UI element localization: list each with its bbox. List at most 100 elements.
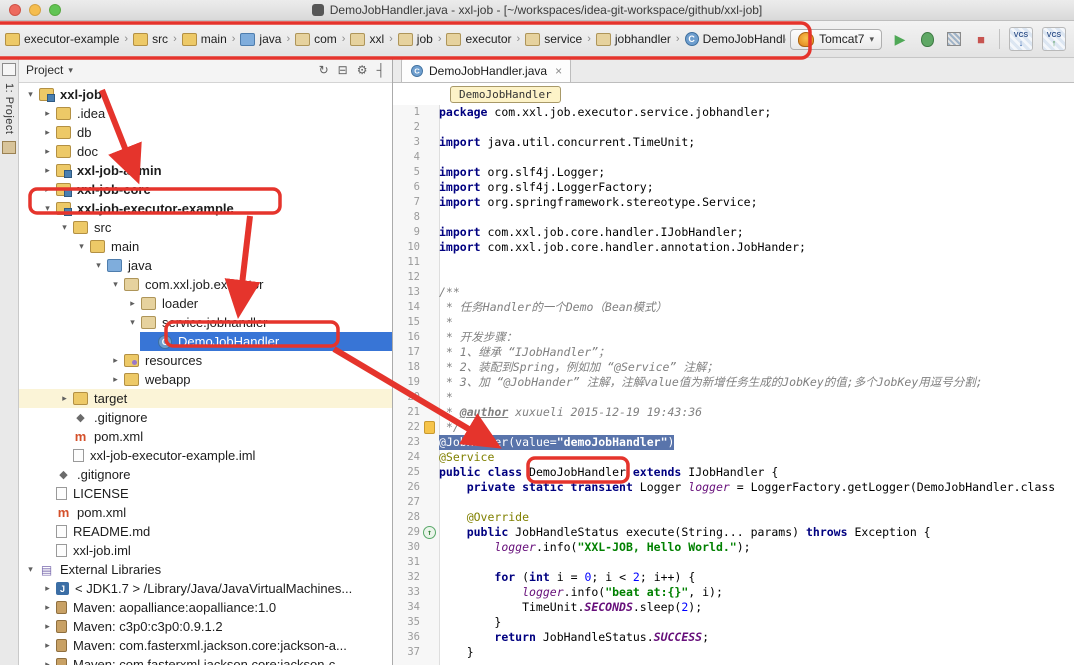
chevron-right-icon[interactable]: ▸: [110, 374, 121, 385]
code-line-1[interactable]: 1package com.xxl.job.executor.service.jo…: [393, 105, 1074, 120]
tree-item-maven-com-fasterxml-jackson-core-jackson[interactable]: ▸Maven: com.fasterxml.jackson.core:jacks…: [19, 655, 392, 665]
minimize-window-button[interactable]: [29, 4, 41, 16]
bookmark-icon[interactable]: [424, 421, 435, 434]
code-line-37[interactable]: 37 }: [393, 645, 1074, 660]
line-number[interactable]: 26: [393, 480, 420, 495]
code-line-24[interactable]: 24@Service: [393, 450, 1074, 465]
close-icon[interactable]: ×: [555, 64, 562, 78]
line-number[interactable]: 11: [393, 255, 420, 270]
code-line-34[interactable]: 34 TimeUnit.SECONDS.sleep(2);: [393, 600, 1074, 615]
code-line-6[interactable]: 6import org.slf4j.LoggerFactory;: [393, 180, 1074, 195]
line-number[interactable]: 33: [393, 585, 420, 600]
project-stripe-label[interactable]: 1: Project: [3, 83, 15, 134]
line-number[interactable]: 32: [393, 570, 420, 585]
code-line-8[interactable]: 8: [393, 210, 1074, 225]
breadcrumb-item-com[interactable]: com: [292, 30, 340, 48]
tree-item-main[interactable]: ▾main: [19, 237, 392, 256]
code-line-9[interactable]: 9import com.xxl.job.core.handler.IJobHan…: [393, 225, 1074, 240]
chevron-right-icon[interactable]: ▸: [42, 621, 53, 632]
chevron-right-icon[interactable]: ▸: [42, 659, 53, 665]
tree-item-readme-md[interactable]: README.md: [19, 522, 392, 541]
tree-item-demojobhandler[interactable]: CDemoJobHandler: [19, 332, 392, 351]
chevron-right-icon[interactable]: ▸: [42, 127, 53, 138]
run-button[interactable]: ▶: [891, 30, 909, 48]
editor-tab[interactable]: C DemoJobHandler.java ×: [401, 58, 571, 82]
chevron-down-icon[interactable]: ▾: [93, 260, 104, 271]
tree-item-service-jobhandler[interactable]: ▾service.jobhandler: [19, 313, 392, 332]
tree-item-maven-com-fasterxml-jackson-core-jackson[interactable]: ▸Maven: com.fasterxml.jackson.core:jacks…: [19, 636, 392, 655]
element-breadcrumb[interactable]: DemoJobHandler: [450, 86, 561, 103]
tree-item-xxl-job-core[interactable]: ▸xxl-job-core: [19, 180, 392, 199]
line-number[interactable]: 10: [393, 240, 420, 255]
breadcrumb-item-demojobhandler[interactable]: CDemoJobHandler: [682, 30, 787, 48]
code-line-32[interactable]: 32 for (int i = 0; i < 2; i++) {: [393, 570, 1074, 585]
code-line-18[interactable]: 18 * 2、装配到Spring，例如加 “@Service” 注解；: [393, 360, 1074, 375]
tree-item-pom-xml[interactable]: mpom.xml: [19, 503, 392, 522]
tree-item-maven-aopalliance-aopalliance-1-0[interactable]: ▸Maven: aopalliance:aopalliance:1.0: [19, 598, 392, 617]
code-line-7[interactable]: 7import org.springframework.stereotype.S…: [393, 195, 1074, 210]
line-number[interactable]: 4: [393, 150, 420, 165]
code-line-28[interactable]: 28 @Override: [393, 510, 1074, 525]
breadcrumb-item-java[interactable]: java: [237, 30, 284, 48]
code-line-35[interactable]: 35 }: [393, 615, 1074, 630]
line-number[interactable]: 31: [393, 555, 420, 570]
tree-item-db[interactable]: ▸db: [19, 123, 392, 142]
line-number[interactable]: 2: [393, 120, 420, 135]
code-editor[interactable]: 1package com.xxl.job.executor.service.jo…: [393, 105, 1074, 665]
code-line-5[interactable]: 5import org.slf4j.Logger;: [393, 165, 1074, 180]
chevron-down-icon[interactable]: ▾: [25, 564, 36, 575]
line-number[interactable]: 5: [393, 165, 420, 180]
line-number[interactable]: 18: [393, 360, 420, 375]
line-number[interactable]: 24: [393, 450, 420, 465]
line-number[interactable]: 27: [393, 495, 420, 510]
code-line-4[interactable]: 4: [393, 150, 1074, 165]
chevron-down-icon[interactable]: ▾: [110, 279, 121, 290]
tree-item-jdk1-7-library-java-javavirtualmachines[interactable]: ▸J< JDK1.7 > /Library/Java/JavaVirtualMa…: [19, 579, 392, 598]
chevron-right-icon[interactable]: ▸: [59, 393, 70, 404]
breadcrumb-item-executor-example[interactable]: executor-example: [2, 30, 122, 48]
line-number[interactable]: 6: [393, 180, 420, 195]
line-number[interactable]: 12: [393, 270, 420, 285]
tree-item-src[interactable]: ▾src: [19, 218, 392, 237]
line-number[interactable]: 34: [393, 600, 420, 615]
code-line-33[interactable]: 33 logger.info("beat at:{}", i);: [393, 585, 1074, 600]
code-line-13[interactable]: 13/**: [393, 285, 1074, 300]
code-line-31[interactable]: 31: [393, 555, 1074, 570]
tree-item-resources[interactable]: ▸resources: [19, 351, 392, 370]
line-number[interactable]: 23: [393, 435, 420, 450]
tree-item-maven-c3p0-c3p0-0-9-1-2[interactable]: ▸Maven: c3p0:c3p0:0.9.1.2: [19, 617, 392, 636]
line-number[interactable]: 37: [393, 645, 420, 660]
line-number[interactable]: 8: [393, 210, 420, 225]
tree-item-xxl-job[interactable]: ▾xxl-job: [19, 85, 392, 104]
line-number[interactable]: 21: [393, 405, 420, 420]
tree-item-gitignore[interactable]: ◆.gitignore: [19, 408, 392, 427]
line-number[interactable]: 3: [393, 135, 420, 150]
coverage-button[interactable]: [945, 30, 963, 48]
line-number[interactable]: 16: [393, 330, 420, 345]
zoom-window-button[interactable]: [49, 4, 61, 16]
tree-item-com-xxl-job-executor[interactable]: ▾com.xxl.job.executor: [19, 275, 392, 294]
tree-item-gitignore[interactable]: ◆.gitignore: [19, 465, 392, 484]
tree-item-external-libraries[interactable]: ▾▤External Libraries: [19, 560, 392, 579]
hide-panel-icon[interactable]: ┤: [376, 64, 385, 76]
line-number[interactable]: 30: [393, 540, 420, 555]
tree-item-idea[interactable]: ▸.idea: [19, 104, 392, 123]
project-view-selector[interactable]: Project ▾: [26, 63, 73, 77]
line-number[interactable]: 25: [393, 465, 420, 480]
code-line-17[interactable]: 17 * 1、继承 “IJobHandler”；: [393, 345, 1074, 360]
code-line-30[interactable]: 30 logger.info("XXL-JOB, Hello World.");: [393, 540, 1074, 555]
tree-item-target[interactable]: ▸target: [19, 389, 392, 408]
breadcrumb-item-jobhandler[interactable]: jobhandler: [593, 30, 674, 48]
tree-item-xxl-job-iml[interactable]: xxl-job.iml: [19, 541, 392, 560]
chevron-down-icon[interactable]: ▾: [42, 203, 53, 214]
code-line-36[interactable]: 36 return JobHandleStatus.SUCCESS;: [393, 630, 1074, 645]
line-number[interactable]: 19: [393, 375, 420, 390]
code-line-12[interactable]: 12: [393, 270, 1074, 285]
chevron-right-icon[interactable]: ▸: [42, 184, 53, 195]
breadcrumb-item-xxl[interactable]: xxl: [347, 30, 387, 48]
line-number[interactable]: 17: [393, 345, 420, 360]
tree-item-pom-xml[interactable]: mpom.xml: [19, 427, 392, 446]
stop-button[interactable]: ■: [972, 30, 990, 48]
line-number[interactable]: 22: [393, 420, 420, 435]
code-line-3[interactable]: 3import java.util.concurrent.TimeUnit;: [393, 135, 1074, 150]
